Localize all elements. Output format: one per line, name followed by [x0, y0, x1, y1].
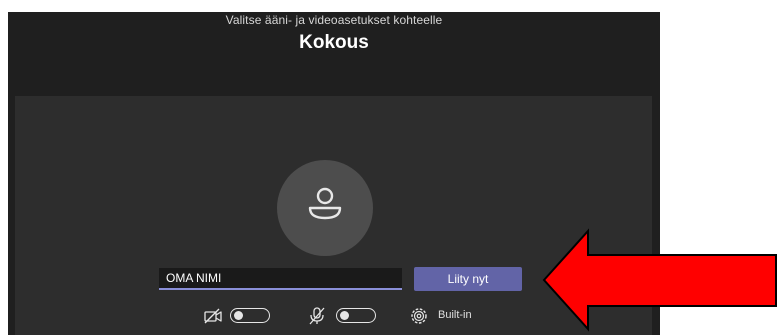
join-now-button[interactable]: Liity nyt — [414, 267, 522, 291]
meeting-title: Kokous — [299, 32, 369, 53]
avatar — [277, 160, 373, 256]
mic-toggle-knob — [340, 311, 349, 320]
camera-off-icon[interactable] — [203, 304, 223, 328]
name-input[interactable] — [159, 268, 402, 290]
gear-icon[interactable] — [408, 304, 430, 328]
person-icon — [308, 187, 342, 220]
device-settings-label[interactable]: Built-in — [438, 309, 472, 321]
camera-toggle-knob — [234, 311, 243, 320]
prejoin-subtitle: Valitse ääni- ja videoasetukset kohteell… — [225, 13, 443, 27]
mic-off-icon[interactable] — [307, 304, 327, 328]
camera-toggle[interactable] — [230, 308, 270, 323]
red-arrow-icon — [542, 228, 777, 332]
mic-toggle[interactable] — [336, 308, 376, 323]
